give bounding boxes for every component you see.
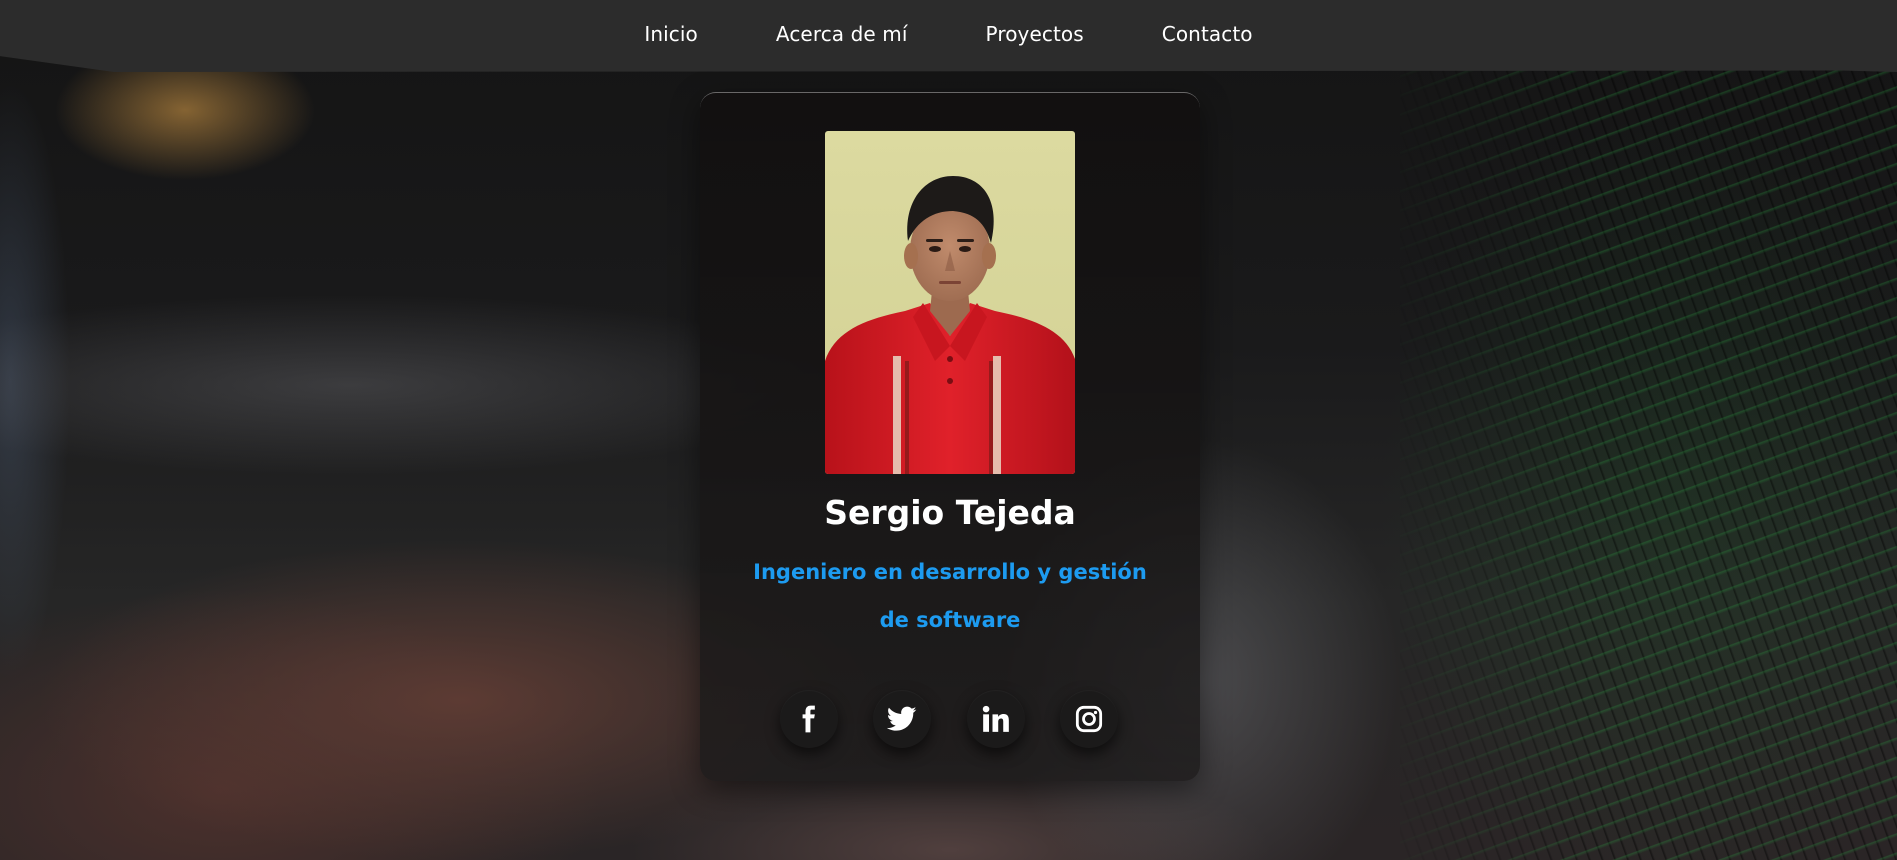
social-links — [0, 690, 1897, 750]
linkedin-icon — [982, 705, 1009, 732]
nav-item-inicio: Inicio — [605, 22, 737, 46]
profile-name: Sergio Tejeda — [824, 493, 1076, 532]
nav-item-contacto: Contacto — [1123, 22, 1292, 46]
twitter-icon — [887, 706, 917, 731]
profile-role: Ingeniero en desarrollo y gestión de sof… — [753, 560, 1147, 632]
nav-item-proyectos: Proyectos — [947, 22, 1123, 46]
twitter-button[interactable] — [873, 690, 931, 748]
profile-photo-image — [825, 131, 1075, 474]
nav-link-acerca[interactable]: Acerca de mí — [737, 22, 947, 46]
instagram-button[interactable] — [1060, 690, 1118, 748]
instagram-icon — [1075, 705, 1103, 733]
facebook-icon — [802, 705, 815, 733]
nav-item-acerca: Acerca de mí — [737, 22, 947, 46]
top-navbar: Inicio Acerca de mí Proyectos Contacto — [0, 0, 1897, 72]
profile-photo — [825, 131, 1075, 474]
nav-link-proyectos[interactable]: Proyectos — [947, 22, 1123, 46]
page-background: Inicio Acerca de mí Proyectos Contacto S… — [0, 0, 1897, 860]
facebook-button[interactable] — [780, 690, 838, 748]
linkedin-button[interactable] — [967, 690, 1025, 748]
nav-link-inicio[interactable]: Inicio — [605, 22, 737, 46]
nav-list: Inicio Acerca de mí Proyectos Contacto — [605, 0, 1291, 68]
nav-link-contacto[interactable]: Contacto — [1123, 22, 1292, 46]
profile-card: Sergio Tejeda Ingeniero en desarrollo y … — [700, 92, 1200, 781]
